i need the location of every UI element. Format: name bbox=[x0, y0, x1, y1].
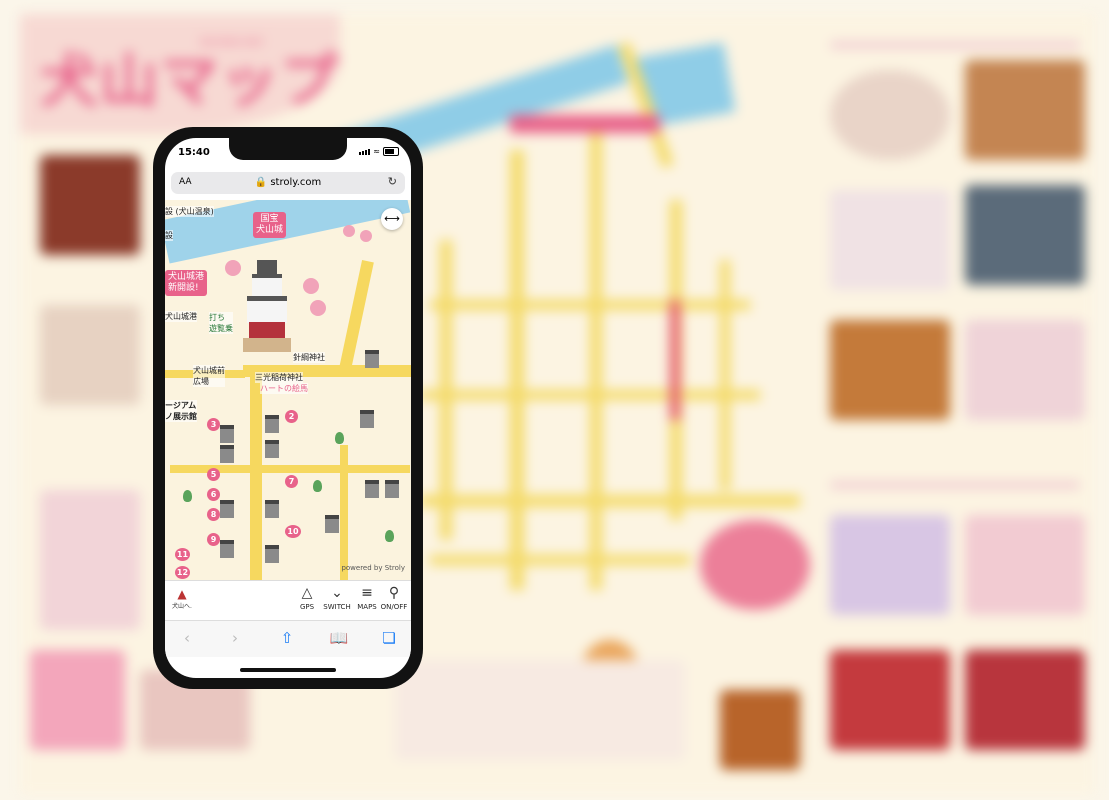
poster-subtitle: INUYAMA MAP bbox=[200, 38, 264, 48]
share-icon[interactable]: ⟷ bbox=[381, 208, 403, 230]
castle-title-label: 国宝 犬山城 bbox=[253, 212, 287, 238]
sakura-tree bbox=[360, 230, 372, 242]
switch-label: SWITCH bbox=[323, 603, 351, 611]
safari-address-bar[interactable]: AA 🔒 stroly.com ↻ bbox=[171, 172, 405, 194]
forward-chevron-icon[interactable]: › bbox=[223, 629, 247, 647]
map-marker-number[interactable]: 9 bbox=[207, 533, 220, 546]
castle-logo-icon: ▲ bbox=[177, 587, 187, 601]
building bbox=[265, 440, 279, 458]
switch-map-icon: ⌄ bbox=[331, 585, 343, 601]
castle-title-line1: 国宝 bbox=[260, 214, 279, 224]
map-label: 設 bbox=[165, 230, 173, 241]
museum-line1: ージアム bbox=[165, 401, 197, 410]
share-sheet-icon[interactable]: ⇧ bbox=[275, 629, 299, 647]
building bbox=[220, 500, 234, 518]
map-marker-number[interactable]: 10 bbox=[285, 525, 301, 538]
phone-notch bbox=[229, 138, 347, 160]
castle-title-line2: 犬山城 bbox=[256, 225, 284, 235]
url-domain: stroly.com bbox=[270, 177, 322, 188]
map-marker-number[interactable]: 6 bbox=[207, 488, 220, 501]
port-name-label: 犬山城港 bbox=[165, 311, 197, 322]
onsen-label: 設 (犬山温泉) bbox=[165, 206, 214, 217]
stroly-map-view[interactable]: 設 (犬山温泉) 設 国宝 犬山城 犬山城港 新開設! 犬山城港 打ち 遊覧乗 bbox=[165, 200, 411, 580]
castle-square-line2: 広場 bbox=[193, 377, 209, 386]
maps-label: MAPS bbox=[357, 603, 377, 611]
building bbox=[265, 545, 279, 563]
building bbox=[360, 410, 374, 428]
map-marker-number[interactable]: 2 bbox=[285, 410, 298, 423]
onoff-button[interactable]: ⚲ ON/OFF bbox=[379, 585, 409, 611]
poster-title: 犬山マップ bbox=[40, 47, 341, 115]
tabs-icon[interactable]: ❏ bbox=[377, 629, 401, 647]
building bbox=[365, 350, 379, 368]
logo-label: 犬山へ. bbox=[172, 603, 192, 610]
phone-screen: 15:40 ≈ AA 🔒 stroly.com ↻ 設 (犬山温泉) 設 国宝 … bbox=[165, 138, 411, 678]
map-marker-number[interactable]: 12 bbox=[175, 566, 190, 579]
new-port-label: 犬山城港 新開設! bbox=[165, 270, 208, 296]
reload-icon[interactable]: ↻ bbox=[388, 175, 397, 188]
museum-label: ージアム ノ展示館 bbox=[165, 400, 197, 422]
building bbox=[265, 415, 279, 433]
castle-square-line1: 犬山城前 bbox=[193, 366, 225, 375]
boat-line2: 遊覧乗 bbox=[209, 324, 233, 333]
tree bbox=[183, 490, 192, 502]
boat-label: 打ち 遊覧乗 bbox=[209, 312, 233, 334]
sakura-tree bbox=[303, 278, 319, 294]
inuyama-castle-illustration[interactable] bbox=[243, 260, 291, 355]
tree bbox=[313, 480, 322, 492]
building bbox=[325, 515, 339, 533]
gps-label: GPS bbox=[299, 603, 315, 611]
building bbox=[365, 480, 379, 498]
sanko-shrine-label: 三光稲荷神社 bbox=[255, 372, 303, 383]
battery-icon bbox=[383, 147, 399, 156]
castle-square-label: 犬山城前 広場 bbox=[193, 365, 225, 387]
tree bbox=[335, 432, 344, 444]
map-marker-number[interactable]: 7 bbox=[285, 475, 298, 488]
road bbox=[170, 465, 410, 473]
sakura-tree bbox=[310, 300, 326, 316]
url-text: 🔒 stroly.com bbox=[171, 177, 405, 188]
museum-line2: ノ展示館 bbox=[165, 412, 197, 421]
maps-layers-icon: ≡ bbox=[361, 585, 373, 601]
back-chevron-icon[interactable]: ‹ bbox=[175, 629, 199, 647]
switch-button[interactable]: ⌄ SWITCH bbox=[322, 585, 352, 611]
safari-toolbar: ‹ › ⇧ 📖 ❏ bbox=[165, 620, 411, 657]
map-marker-number[interactable]: 8 bbox=[207, 508, 220, 521]
road bbox=[340, 445, 348, 580]
building bbox=[220, 425, 234, 443]
gps-button[interactable]: △ GPS bbox=[292, 585, 322, 611]
building bbox=[220, 445, 234, 463]
new-port-line2: 新開設! bbox=[168, 283, 199, 293]
sakura-tree bbox=[343, 225, 355, 237]
building bbox=[265, 500, 279, 518]
status-time: 15:40 bbox=[178, 147, 210, 158]
map-marker-number[interactable]: 11 bbox=[175, 548, 190, 561]
maps-button[interactable]: ≡ MAPS bbox=[352, 585, 382, 611]
powered-by-stroly: powered by Stroly bbox=[341, 564, 405, 572]
tree bbox=[385, 530, 394, 542]
harikane-shrine-label: 針綱神社 bbox=[293, 352, 325, 363]
onoff-label: ON/OFF bbox=[380, 603, 408, 611]
heart-ema-label: ハートの絵馬 bbox=[260, 383, 308, 394]
bookmarks-icon[interactable]: 📖 bbox=[327, 629, 351, 647]
map-marker-number[interactable]: 5 bbox=[207, 468, 220, 481]
cellular-signal-icon bbox=[359, 148, 371, 155]
inuyama-logo[interactable]: ▲ 犬山へ. bbox=[171, 587, 193, 615]
lock-icon: 🔒 bbox=[254, 177, 268, 188]
map-toolbar: ▲ 犬山へ. △ GPS ⌄ SWITCH ≡ MAPS ⚲ ON/OFF bbox=[165, 580, 411, 621]
sakura-tree bbox=[225, 260, 241, 276]
building bbox=[385, 480, 399, 498]
status-icons: ≈ bbox=[359, 147, 399, 156]
boat-line1: 打ち bbox=[209, 313, 225, 322]
map-marker-number[interactable]: 3 bbox=[207, 418, 220, 431]
building bbox=[220, 540, 234, 558]
location-pin-icon: ⚲ bbox=[388, 585, 400, 601]
gps-icon: △ bbox=[301, 585, 313, 601]
new-port-line1: 犬山城港 bbox=[168, 272, 205, 282]
phone-device: 15:40 ≈ AA 🔒 stroly.com ↻ 設 (犬山温泉) 設 国宝 … bbox=[153, 127, 423, 689]
home-indicator bbox=[240, 668, 336, 672]
wifi-icon: ≈ bbox=[373, 147, 380, 156]
